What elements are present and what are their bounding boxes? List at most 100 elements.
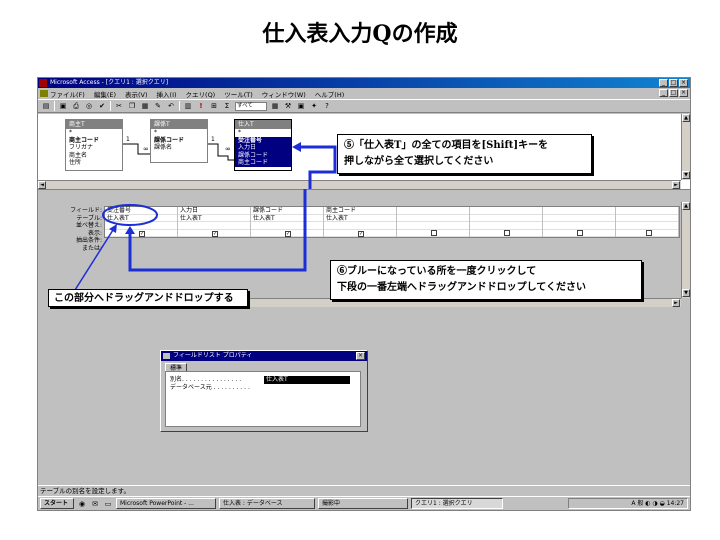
show-checkbox[interactable]: ✓: [285, 230, 291, 237]
grid-field-cell[interactable]: [470, 207, 542, 215]
grid-field-cell[interactable]: 商主コード: [324, 207, 396, 215]
grid-field-cell[interactable]: 課係コード: [251, 207, 323, 215]
minimize-button[interactable]: _: [659, 79, 668, 87]
grid-table-cell[interactable]: 仕入表T: [105, 215, 177, 222]
show-table-icon[interactable]: ⊞: [209, 101, 219, 111]
cut-icon[interactable]: ✂: [114, 101, 124, 111]
grid-sort-cell[interactable]: [397, 222, 469, 230]
grid-column[interactable]: [543, 207, 616, 237]
show-checkbox[interactable]: [577, 229, 583, 236]
grid-field-cell[interactable]: 入力日: [178, 207, 250, 215]
scroll-up-icon[interactable]: ▲: [682, 202, 690, 210]
table-pane-hscroll[interactable]: ◄ ►: [38, 180, 681, 189]
doc-minimize-button[interactable]: _: [659, 89, 668, 97]
database-window-icon[interactable]: ▣: [296, 101, 306, 111]
view-icon[interactable]: ▤: [41, 101, 51, 111]
scroll-right-icon[interactable]: ►: [672, 299, 680, 307]
maximize-button[interactable]: □: [669, 79, 678, 87]
grid-sort-cell[interactable]: [251, 222, 323, 230]
grid-sort-cell[interactable]: [470, 222, 542, 230]
top-values-combo[interactable]: すべて: [235, 101, 267, 111]
start-button[interactable]: スタート: [40, 498, 74, 509]
menu-view[interactable]: 表示(V): [125, 89, 148, 99]
scroll-right-icon[interactable]: ►: [672, 181, 680, 189]
grid-table-cell[interactable]: [470, 215, 542, 222]
show-checkbox[interactable]: ✓: [358, 230, 364, 237]
show-checkbox[interactable]: ✓: [139, 230, 145, 237]
close-button[interactable]: ×: [679, 79, 688, 87]
grid-field-cell[interactable]: 受注番号: [105, 207, 177, 215]
help-icon[interactable]: ?: [322, 101, 332, 111]
doc-restore-button[interactable]: □: [669, 89, 678, 97]
property-alias-value[interactable]: 仕入表T: [264, 376, 350, 384]
grid-table-cell[interactable]: [616, 215, 678, 222]
quicklaunch-desktop-icon[interactable]: ▭: [103, 499, 113, 509]
taskbar-item-database[interactable]: 仕入表 : データベース: [219, 498, 315, 509]
grid-column[interactable]: [397, 207, 470, 237]
grid-table-cell[interactable]: [397, 215, 469, 222]
save-icon[interactable]: ▣: [58, 101, 68, 111]
ime-indicator[interactable]: A 般: [631, 500, 643, 507]
scroll-down-icon[interactable]: ▼: [682, 289, 690, 297]
taskbar-item-query[interactable]: クエリ1 : 選択クエリ: [411, 498, 503, 509]
query-doc-icon[interactable]: [40, 90, 48, 97]
query-type-icon[interactable]: ▥: [183, 101, 193, 111]
property-source-db-value[interactable]: [264, 384, 350, 392]
toolbar-separator: [110, 101, 111, 111]
grid-sort-cell[interactable]: [616, 222, 678, 230]
grid-table-cell[interactable]: 仕入表T: [178, 215, 250, 222]
table-pane-vscroll[interactable]: ▲ ▼: [681, 114, 690, 180]
toolbar-separator: [54, 101, 55, 111]
grid-vscroll[interactable]: ▲ ▼: [681, 202, 690, 298]
show-checkbox[interactable]: [646, 229, 652, 236]
menu-insert[interactable]: 挿入(I): [157, 89, 177, 99]
scroll-left-icon[interactable]: ◄: [38, 181, 46, 189]
quicklaunch-outlook-icon[interactable]: ✉: [90, 499, 100, 509]
grid-column[interactable]: 課係コード 仕入表T ✓: [251, 207, 324, 237]
grid-column[interactable]: 受注番号 仕入表T ✓: [105, 207, 178, 237]
field-list-properties-dialog: フィールドリスト プロパティ × 標準 別名. . . . . . . . . …: [160, 350, 368, 432]
menu-tools[interactable]: ツール(T): [224, 89, 253, 99]
grid-sort-cell[interactable]: [324, 222, 396, 230]
show-checkbox[interactable]: [504, 229, 510, 236]
grid-column[interactable]: 商主コード 仕入表T ✓: [324, 207, 397, 237]
totals-icon[interactable]: Σ: [222, 101, 232, 111]
new-object-icon[interactable]: ✦: [309, 101, 319, 111]
grid-field-cell[interactable]: [543, 207, 615, 215]
grid-sort-cell[interactable]: [105, 222, 177, 230]
grid-table-cell[interactable]: 仕入表T: [324, 215, 396, 222]
format-painter-icon[interactable]: ✎: [153, 101, 163, 111]
preview-icon[interactable]: ◎: [84, 101, 94, 111]
grid-field-cell[interactable]: [616, 207, 678, 215]
print-icon[interactable]: ⎙: [71, 101, 81, 111]
scroll-up-icon[interactable]: ▲: [682, 114, 690, 122]
properties-icon[interactable]: ▦: [270, 101, 280, 111]
show-checkbox[interactable]: [431, 229, 437, 236]
menu-help[interactable]: ヘルプ(H): [315, 89, 344, 99]
show-checkbox[interactable]: ✓: [212, 230, 218, 237]
grid-sort-cell[interactable]: [178, 222, 250, 230]
grid-column[interactable]: 入力日 仕入表T ✓: [178, 207, 251, 237]
copy-icon[interactable]: ❐: [127, 101, 137, 111]
grid-column[interactable]: [616, 207, 679, 237]
menu-edit[interactable]: 編集(E): [94, 89, 116, 99]
menu-file[interactable]: ファイル(F): [50, 89, 85, 99]
menu-query[interactable]: クエリ(Q): [186, 89, 216, 99]
grid-column[interactable]: [470, 207, 543, 237]
grid-sort-cell[interactable]: [543, 222, 615, 230]
paste-icon[interactable]: ▦: [140, 101, 150, 111]
quicklaunch-ie-icon[interactable]: ◉: [77, 499, 87, 509]
taskbar-item-capture[interactable]: 撮影中: [318, 498, 408, 509]
grid-table-cell[interactable]: [543, 215, 615, 222]
undo-icon[interactable]: ↶: [166, 101, 176, 111]
scroll-down-icon[interactable]: ▼: [682, 171, 690, 179]
build-icon[interactable]: ⚒: [283, 101, 293, 111]
run-icon[interactable]: !: [196, 101, 206, 111]
grid-field-cell[interactable]: [397, 207, 469, 215]
menu-window[interactable]: ウィンドウ(W): [262, 89, 306, 99]
taskbar-item-powerpoint[interactable]: Microsoft PowerPoint - ...: [116, 498, 216, 509]
doc-close-button[interactable]: ×: [679, 89, 688, 97]
properties-close-button[interactable]: ×: [356, 352, 365, 360]
grid-table-cell[interactable]: 仕入表T: [251, 215, 323, 222]
spell-icon[interactable]: ✔: [97, 101, 107, 111]
